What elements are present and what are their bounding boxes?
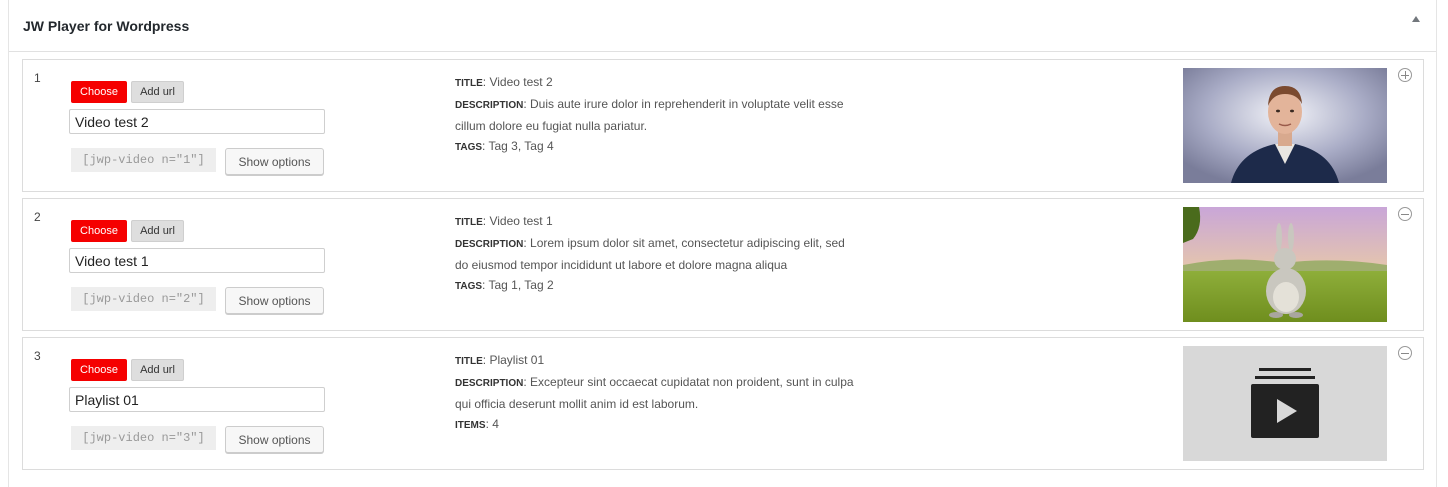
choose-button[interactable]: Choose bbox=[71, 220, 127, 242]
tags-label: TAGS bbox=[455, 281, 483, 292]
choose-button[interactable]: Choose bbox=[71, 359, 127, 381]
cartoon-rabbit-video-thumbnail bbox=[1183, 207, 1387, 322]
presenter-video-thumbnail bbox=[1183, 68, 1387, 183]
shortcode: [jwp-video n="2"] bbox=[71, 287, 216, 311]
minus-circle-icon[interactable] bbox=[1398, 207, 1412, 221]
title-input[interactable] bbox=[69, 109, 325, 134]
description-label: DESCRIPTION bbox=[455, 100, 524, 111]
panel-title: JW Player for Wordpress bbox=[23, 18, 190, 34]
add-url-button[interactable]: Add url bbox=[131, 220, 184, 242]
title-input[interactable] bbox=[69, 248, 325, 273]
show-options-button[interactable]: Show options bbox=[225, 148, 324, 175]
title-label: TITLE bbox=[455, 217, 483, 228]
list-item: 2 Choose Add url [jwp-video n="2"] Show … bbox=[22, 198, 1424, 331]
triangle-up-icon[interactable] bbox=[1412, 16, 1420, 22]
meta-tags: Tag 1, Tag 2 bbox=[488, 278, 554, 292]
plus-circle-icon[interactable] bbox=[1398, 68, 1412, 82]
item-index: 2 bbox=[34, 210, 41, 224]
jw-player-panel: JW Player for Wordpress 1 Choose Add url… bbox=[8, 0, 1437, 487]
item-index: 1 bbox=[34, 71, 41, 85]
tags-label: TAGS bbox=[455, 142, 483, 153]
items-label: ITEMS bbox=[455, 420, 486, 431]
description-label: DESCRIPTION bbox=[455, 239, 524, 250]
shortcode: [jwp-video n="3"] bbox=[71, 426, 216, 450]
list-item: 3 Choose Add url [jwp-video n="3"] Show … bbox=[22, 337, 1424, 470]
show-options-button[interactable]: Show options bbox=[225, 426, 324, 453]
item-meta: TITLE: Video test 1 DESCRIPTION: Lorem i… bbox=[455, 214, 845, 292]
item-meta: TITLE: Video test 2 DESCRIPTION: Duis au… bbox=[455, 75, 844, 153]
shortcode: [jwp-video n="1"] bbox=[71, 148, 216, 172]
meta-items-count: 4 bbox=[492, 417, 499, 431]
add-url-button[interactable]: Add url bbox=[131, 359, 184, 381]
title-label: TITLE bbox=[455, 356, 483, 367]
title-label: TITLE bbox=[455, 78, 483, 89]
minus-circle-icon[interactable] bbox=[1398, 346, 1412, 360]
meta-tags: Tag 3, Tag 4 bbox=[488, 139, 554, 153]
title-input[interactable] bbox=[69, 387, 325, 412]
playlist-icon bbox=[1183, 346, 1387, 461]
show-options-button[interactable]: Show options bbox=[225, 287, 324, 314]
meta-title: Video test 2 bbox=[489, 75, 553, 89]
description-label: DESCRIPTION bbox=[455, 378, 524, 389]
item-meta: TITLE: Playlist 01 DESCRIPTION: Excepteu… bbox=[455, 353, 854, 431]
meta-title: Video test 1 bbox=[489, 214, 553, 228]
item-index: 3 bbox=[34, 349, 41, 363]
add-url-button[interactable]: Add url bbox=[131, 81, 184, 103]
list-item: 1 Choose Add url [jwp-video n="1"] Show … bbox=[22, 59, 1424, 192]
panel-header[interactable]: JW Player for Wordpress bbox=[9, 0, 1436, 52]
meta-title: Playlist 01 bbox=[489, 353, 545, 367]
choose-button[interactable]: Choose bbox=[71, 81, 127, 103]
